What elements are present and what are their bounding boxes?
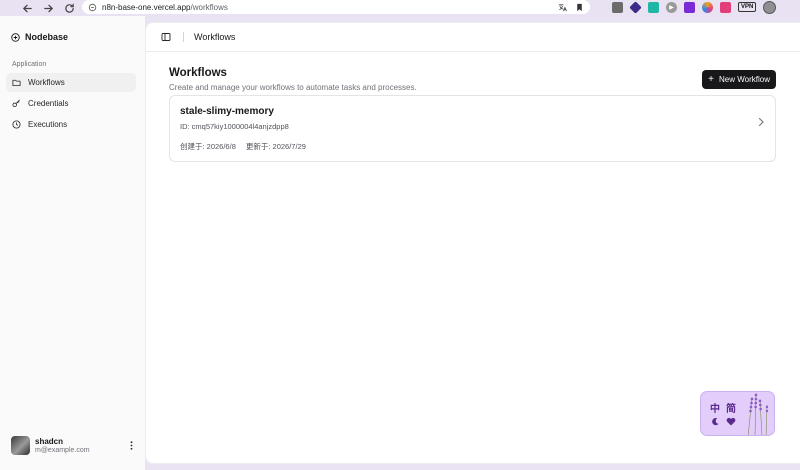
workflow-card[interactable]: stale-slimy-memory ID: cmq57kiy1000004l4… <box>169 95 776 162</box>
address-bar[interactable]: n8n-base-one.vercel.app/workflows <box>82 0 590 14</box>
ime-char-zhong: 中 <box>710 404 720 415</box>
sidebar-nav: Workflows Credentials Executions <box>6 73 136 136</box>
chevron-right-icon <box>757 114 765 127</box>
lavender-decoration-icon <box>747 392 769 435</box>
more-vertical-icon[interactable] <box>127 441 135 451</box>
sidebar-item-credentials[interactable]: Credentials <box>6 94 136 113</box>
sidebar-item-executions[interactable]: Executions <box>6 115 136 134</box>
section-label: Application <box>12 61 47 68</box>
page-description: Create and manage your workflows to auto… <box>169 83 417 92</box>
sidebar-toggle-icon[interactable] <box>160 32 171 43</box>
ime-char-jian: 简 <box>726 404 736 415</box>
reload-icon[interactable] <box>62 1 76 15</box>
breadcrumb: Workflows <box>194 32 236 42</box>
plus-circle-icon <box>11 32 20 42</box>
url-host: n8n-base-one.vercel.app <box>102 2 191 12</box>
workflow-id: ID: cmq57kiy1000004l4anjzdpp8 <box>180 122 289 131</box>
heart-icon <box>726 417 736 426</box>
avatar <box>11 436 30 455</box>
workflow-name: stale-slimy-memory <box>180 106 274 117</box>
browser-toolbar: n8n-base-one.vercel.app/workflows ▶ VPN <box>0 0 800 16</box>
page-header: Workflows Create and manage your workflo… <box>169 67 417 92</box>
topbar-divider <box>183 32 184 42</box>
sidebar-item-label: Credentials <box>28 99 69 108</box>
url-path: /workflows <box>190 2 228 12</box>
sidebar-item-label: Workflows <box>28 78 65 87</box>
pink-app-icon[interactable] <box>720 1 731 13</box>
topbar: Workflows <box>146 23 800 52</box>
purple-app-icon[interactable] <box>684 1 695 13</box>
diamond-icon[interactable] <box>629 0 642 14</box>
profile-avatar-icon[interactable] <box>763 0 777 14</box>
extensions-row: ▶ VPN <box>612 0 777 14</box>
plus-icon: + <box>708 73 715 85</box>
user-menu[interactable]: shadcn m@example.com <box>11 436 135 455</box>
workflow-updated: 更新于: 2026/7/29 <box>245 142 306 151</box>
forward-arrow-icon[interactable] <box>41 1 55 15</box>
brand-name: Nodebase <box>25 32 69 42</box>
clock-icon <box>12 120 21 129</box>
bookmark-icon[interactable] <box>575 3 584 12</box>
folder-icon <box>12 79 21 87</box>
ime-widget[interactable]: 中 简 <box>700 391 775 436</box>
user-name: shadcn <box>35 437 64 446</box>
vpn-button[interactable]: VPN <box>738 2 757 12</box>
brand[interactable]: Nodebase <box>11 32 68 42</box>
colorful-app-icon[interactable] <box>702 1 713 13</box>
sidebar: Nodebase Application Workflows Credentia… <box>0 16 145 470</box>
site-info-icon[interactable] <box>88 3 97 12</box>
page-title: Workflows <box>169 67 227 79</box>
play-circle-icon[interactable]: ▶ <box>666 1 677 13</box>
user-email: m@example.com <box>35 447 90 454</box>
teal-square-icon[interactable] <box>648 1 659 13</box>
new-workflow-button[interactable]: + New Workflow <box>702 70 776 89</box>
workflow-created: 创建于: 2026/6/8 <box>180 142 236 151</box>
translate-icon[interactable] <box>558 3 567 12</box>
back-arrow-icon[interactable] <box>20 1 34 15</box>
grid-icon[interactable] <box>612 1 623 13</box>
sidebar-item-label: Executions <box>28 120 68 129</box>
sidebar-item-workflows[interactable]: Workflows <box>6 73 136 92</box>
new-workflow-label: New Workflow <box>719 75 770 84</box>
moon-icon <box>712 418 719 426</box>
key-icon <box>12 99 20 108</box>
